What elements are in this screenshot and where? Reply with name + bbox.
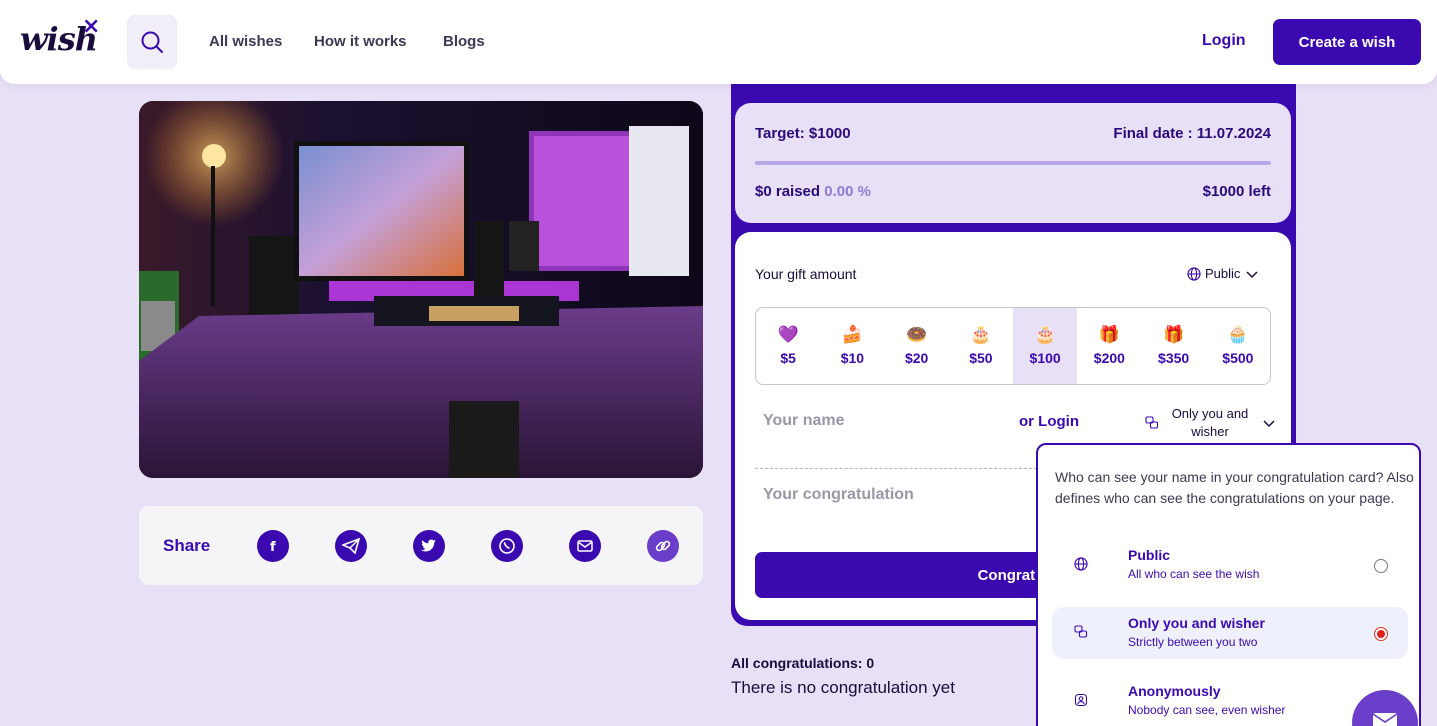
logo-mark: × bbox=[82, 14, 100, 39]
visibility-popup: Who can see your name in your congratula… bbox=[1036, 443, 1421, 726]
wish-image bbox=[139, 101, 703, 478]
twitter-icon[interactable] bbox=[413, 530, 445, 562]
visibility-select[interactable]: Public bbox=[1187, 266, 1260, 281]
globe-icon bbox=[1074, 557, 1088, 571]
gift-amount-label: Your gift amount bbox=[755, 266, 857, 282]
amount-20[interactable]: 🍩 $20 bbox=[885, 308, 949, 384]
radio-public[interactable] bbox=[1374, 559, 1388, 573]
anonymous-icon bbox=[1074, 693, 1088, 707]
name-visibility-value: Only you and wisher bbox=[1171, 406, 1249, 439]
amount-left: $1000 left bbox=[1202, 183, 1271, 200]
amount-options: 💜 $5 🍰 $10 🍩 $20 🎂 $50 🎂 $100 🎁 $200 🎁 $350 🧁 $5… bbox=[755, 307, 1271, 385]
option-subtitle: Nobody can see, even wisher bbox=[1128, 703, 1286, 717]
login-link[interactable]: Login bbox=[1202, 32, 1246, 50]
raised-text: $0 raised bbox=[755, 183, 821, 200]
amount-label: $350 bbox=[1158, 350, 1190, 366]
telegram-icon[interactable] bbox=[335, 530, 367, 562]
option-title: Anonymously bbox=[1128, 683, 1221, 699]
visibility-value: Public bbox=[1205, 266, 1241, 281]
gift-box-gold-icon: 🎁 bbox=[1163, 325, 1185, 344]
birthday-cake-icon: 🎂 bbox=[970, 325, 992, 344]
private-chat-icon bbox=[1074, 625, 1088, 638]
option-title: Public bbox=[1128, 547, 1171, 563]
amount-label: $10 bbox=[840, 350, 865, 366]
facebook-icon[interactable]: f bbox=[257, 530, 289, 562]
pink-cake-icon: 🧁 bbox=[1227, 325, 1249, 344]
share-label: Share bbox=[163, 536, 211, 555]
amount-label: $50 bbox=[969, 350, 993, 366]
congratulations-count: All congratulations: 0 bbox=[731, 655, 875, 671]
svg-text:f: f bbox=[270, 540, 276, 553]
raised-percent: 0.00 % bbox=[824, 183, 871, 200]
amount-50[interactable]: 🎂 $50 bbox=[949, 308, 1013, 384]
radio-only-you-and-wisher[interactable] bbox=[1374, 627, 1388, 641]
amount-100[interactable]: 🎂 $100 bbox=[1013, 308, 1078, 384]
tiered-cake-icon: 🎂 bbox=[1034, 325, 1056, 344]
chevron-down-icon bbox=[1263, 420, 1275, 428]
top-header: wish × All wishes How it works Blogs Log… bbox=[0, 0, 1437, 84]
private-chat-icon bbox=[1145, 416, 1159, 429]
envelope-icon bbox=[1372, 713, 1398, 726]
amount-350[interactable]: 🎁 $350 bbox=[1142, 308, 1206, 384]
amount-label: $100 bbox=[1029, 350, 1061, 366]
share-bar: Share f bbox=[139, 506, 703, 585]
search-icon bbox=[141, 31, 163, 53]
target-box: Target: $1000 Final date : 11.07.2024 $0… bbox=[735, 103, 1291, 223]
option-subtitle: Strictly between you two bbox=[1128, 635, 1258, 649]
nav-all-wishes[interactable]: All wishes bbox=[209, 33, 282, 50]
option-title: Only you and wisher bbox=[1128, 615, 1265, 631]
donut-icon: 🍩 bbox=[906, 325, 928, 344]
amount-label: $200 bbox=[1093, 350, 1125, 366]
amount-500[interactable]: 🧁 $500 bbox=[1206, 308, 1270, 384]
amount-10[interactable]: 🍰 $10 bbox=[820, 308, 884, 384]
gift-box-icon: 🎁 bbox=[1098, 325, 1120, 344]
or-login-link[interactable]: or Login bbox=[1019, 413, 1079, 430]
whatsapp-icon[interactable] bbox=[491, 530, 523, 562]
name-input[interactable]: Your name bbox=[763, 412, 845, 430]
create-wish-button[interactable]: Create a wish bbox=[1273, 19, 1421, 65]
final-date: Final date : 11.07.2024 bbox=[1113, 125, 1271, 142]
option-public[interactable]: Public All who can see the wish bbox=[1052, 539, 1408, 591]
mail-icon[interactable] bbox=[569, 530, 601, 562]
target-amount: Target: $1000 bbox=[755, 125, 851, 142]
name-visibility-select[interactable]: Only you and wisher bbox=[1145, 405, 1277, 441]
amount-label: $5 bbox=[780, 350, 796, 366]
logo[interactable]: wish × bbox=[20, 14, 100, 58]
option-subtitle: All who can see the wish bbox=[1128, 567, 1260, 581]
search-button[interactable] bbox=[127, 15, 177, 69]
globe-icon bbox=[1187, 266, 1201, 281]
chevron-down-icon bbox=[1246, 270, 1258, 278]
congratulation-input[interactable]: Your congratulation bbox=[763, 486, 914, 504]
cake-slice-icon: 🍰 bbox=[841, 325, 863, 344]
visibility-description: Who can see your name in your congratula… bbox=[1055, 469, 1414, 506]
amount-label: $500 bbox=[1222, 350, 1254, 366]
progress-bar bbox=[755, 161, 1271, 165]
link-icon[interactable] bbox=[647, 530, 679, 562]
raised-amount: $0 raised 0.00 % bbox=[755, 183, 871, 200]
no-congratulations-text: There is no congratulation yet bbox=[731, 678, 955, 697]
amount-5[interactable]: 💜 $5 bbox=[756, 308, 820, 384]
nav-how-it-works[interactable]: How it works bbox=[314, 33, 407, 50]
amount-200[interactable]: 🎁 $200 bbox=[1077, 308, 1141, 384]
nav-blogs[interactable]: Blogs bbox=[443, 33, 485, 50]
option-only-you-and-wisher[interactable]: Only you and wisher Strictly between you… bbox=[1052, 607, 1408, 659]
heart-icon: 💜 bbox=[777, 325, 799, 344]
amount-label: $20 bbox=[904, 350, 929, 366]
